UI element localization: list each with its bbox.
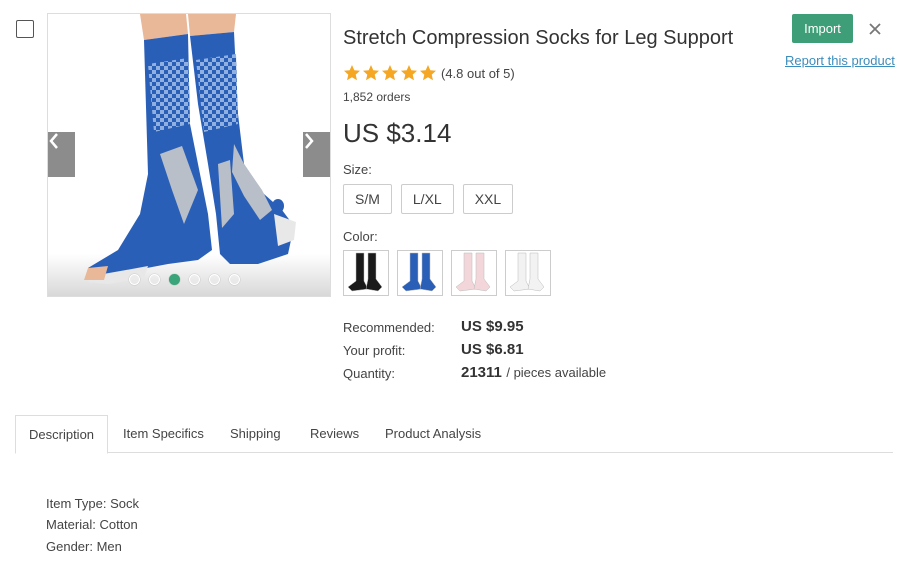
product-image-gallery	[47, 13, 331, 297]
report-product-link[interactable]: Report this product	[785, 53, 895, 68]
size-options: S/M L/XL XXL	[343, 184, 514, 214]
quantity-suffix: / pieces available	[506, 365, 607, 380]
tab-item-specifics[interactable]: Item Specifics	[123, 415, 204, 451]
color-label: Color:	[343, 229, 378, 244]
gallery-pagination	[129, 274, 240, 285]
star-icon	[363, 65, 379, 81]
profit-label: Your profit:	[343, 343, 406, 358]
product-image	[48, 14, 330, 296]
size-option[interactable]: S/M	[343, 184, 392, 214]
recommended-label: Recommended:	[343, 320, 435, 335]
chevron-left-icon	[49, 133, 58, 149]
tab-product-analysis[interactable]: Product Analysis	[385, 415, 481, 451]
color-option-white[interactable]	[505, 250, 551, 296]
quantity-info: 21311 / pieces available	[461, 364, 606, 382]
quantity-value: 21311	[461, 364, 502, 381]
gallery-prev-button[interactable]	[48, 132, 75, 177]
select-product-checkbox[interactable]	[16, 20, 34, 38]
color-swatch-image	[401, 252, 437, 292]
tab-reviews[interactable]: Reviews	[310, 415, 359, 451]
size-option[interactable]: XXL	[462, 184, 514, 214]
product-title: Stretch Compression Socks for Leg Suppor…	[343, 27, 734, 49]
tab-shipping[interactable]: Shipping	[230, 415, 281, 451]
close-button[interactable]	[866, 20, 884, 38]
star-icon	[401, 65, 417, 81]
gallery-next-button[interactable]	[303, 132, 330, 177]
recommended-price: US $9.95	[461, 318, 524, 335]
product-price: US $3.14	[343, 118, 452, 148]
orders-count: 1,852 orders	[343, 90, 411, 104]
gallery-dot[interactable]	[129, 274, 140, 285]
color-options	[343, 250, 551, 296]
gallery-dot[interactable]	[169, 274, 180, 285]
description-line: Gender: Men	[46, 539, 122, 554]
import-button[interactable]: Import	[792, 14, 853, 43]
star-icon	[420, 65, 436, 81]
color-option-black[interactable]	[343, 250, 389, 296]
quantity-label: Quantity:	[343, 366, 396, 381]
profit-value: US $6.81	[461, 341, 524, 358]
chevron-right-icon	[305, 133, 314, 149]
gallery-dot[interactable]	[229, 274, 240, 285]
close-icon	[869, 23, 881, 35]
gallery-dot[interactable]	[209, 274, 220, 285]
description-line: Material: Cotton	[46, 517, 138, 532]
description-line: Item Type: Sock	[46, 496, 139, 511]
color-swatch-image	[347, 252, 383, 292]
gallery-dot[interactable]	[189, 274, 200, 285]
rating-stars	[343, 64, 437, 82]
color-swatch-image	[455, 252, 491, 292]
tab-description[interactable]: Description	[15, 415, 109, 454]
product-tabs: Description Item Specifics Shipping Revi…	[15, 415, 893, 454]
color-swatch-image	[509, 252, 545, 292]
rating-text: (4.8 out of 5)	[441, 66, 515, 81]
size-option[interactable]: L/XL	[400, 184, 454, 214]
gallery-dot[interactable]	[149, 274, 160, 285]
color-option-pink[interactable]	[451, 250, 497, 296]
star-icon	[344, 65, 360, 81]
color-option-blue[interactable]	[397, 250, 443, 296]
size-label: Size:	[343, 162, 372, 177]
star-icon	[382, 65, 398, 81]
